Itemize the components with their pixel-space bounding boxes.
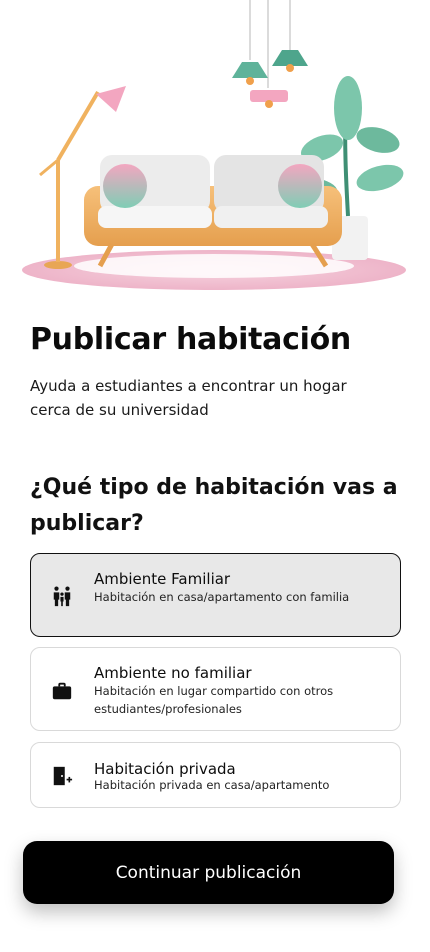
page-title: Publicar habitación [30, 322, 351, 357]
option-description: Habitación en lugar compartido con otros… [94, 684, 334, 716]
door-add-icon [53, 766, 73, 786]
room-type-question: ¿Qué tipo de habitación vas a publicar? [30, 475, 398, 536]
hero-illustration [22, 0, 406, 290]
briefcase-icon [52, 682, 72, 700]
option-label: Ambiente Familiar [94, 570, 231, 588]
page: Publicar habitación Ayuda a estudiantes … [0, 0, 430, 952]
continue-button[interactable]: Continuar publicación [23, 841, 394, 904]
option-habitacion-privada[interactable]: Habitación privada Habitación privada en… [30, 742, 401, 808]
option-description: Habitación en casa/apartamento con famil… [94, 590, 350, 604]
option-label: Ambiente no familiar [94, 664, 252, 682]
option-ambiente-no-familiar[interactable]: Ambiente no familiar Habitación en lugar… [30, 647, 401, 731]
option-description: Habitación privada en casa/apartamento [94, 778, 330, 792]
option-ambiente-familiar[interactable]: Ambiente Familiar Habitación en casa/apa… [30, 553, 401, 637]
page-subtitle: Ayuda a estudiantes a encontrar un hogar… [30, 377, 347, 419]
family-icon [53, 586, 71, 607]
